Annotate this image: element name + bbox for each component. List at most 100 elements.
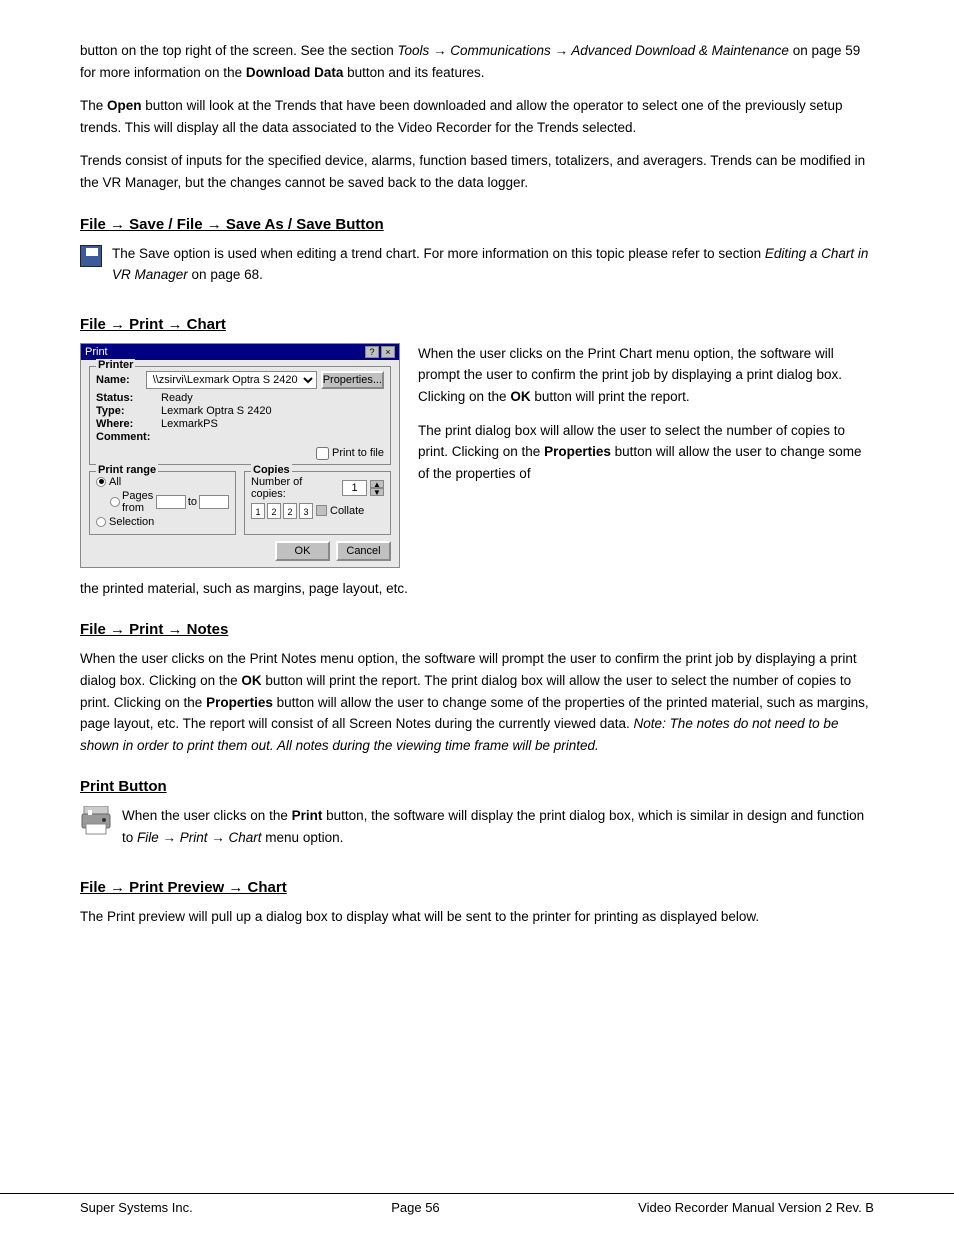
- pages-from-input[interactable]: [156, 495, 186, 509]
- intro-text-1a: button on the top right of the screen. S…: [80, 43, 397, 58]
- side-bold-1: OK: [510, 389, 530, 404]
- side-bold-2: Properties: [544, 444, 611, 459]
- all-radio[interactable]: [96, 477, 106, 487]
- selection-label: Selection: [109, 516, 154, 528]
- footer-left: Super Systems Inc.: [80, 1200, 193, 1215]
- range-copies-groups: Print range All Pages from to: [89, 471, 391, 535]
- status-value: Ready: [161, 392, 384, 404]
- print-preview-body: The Print preview will pull up a dialog …: [80, 906, 874, 928]
- print-dialog: Print ? × Printer Name: \\zsirvi\Lexmark…: [80, 343, 400, 568]
- cancel-button[interactable]: Cancel: [336, 541, 391, 561]
- dialog-help-btn[interactable]: ?: [365, 346, 379, 358]
- print-btn-text-3: menu option.: [262, 830, 344, 845]
- dialog-titlebar-buttons: ? ×: [365, 346, 395, 358]
- print-btn-text-1: When the user clicks on the: [122, 808, 292, 823]
- all-radio-row: All: [96, 476, 229, 488]
- dialog-buttons: OK Cancel: [89, 541, 391, 561]
- dialog-title: Print: [85, 346, 108, 358]
- copies-group-label: Copies: [251, 464, 292, 476]
- print-button-section: When the user clicks on the Print button…: [80, 805, 874, 856]
- intro-bold-open: Open: [107, 98, 142, 113]
- page: button on the top right of the screen. S…: [0, 0, 954, 1235]
- print-to-file-label: Print to file: [332, 447, 384, 459]
- print-button-body: When the user clicks on the Print button…: [122, 805, 874, 848]
- printer-group-label: Printer: [96, 359, 135, 371]
- collate-icons: 1 2 2 3: [251, 503, 313, 519]
- save-text-1: The Save option is used when editing a t…: [112, 246, 765, 261]
- section-save-heading: File → Save / File → Save As / Save Butt…: [80, 216, 874, 233]
- section-print-notes-heading: File → Print → Notes: [80, 621, 874, 638]
- print-range-group: Print range All Pages from to: [89, 471, 236, 535]
- printer-icon-svg: [80, 806, 112, 836]
- where-value: LexmarkPS: [161, 418, 384, 430]
- where-label: Where:: [96, 418, 161, 430]
- side-para-1: When the user clicks on the Print Chart …: [418, 343, 874, 408]
- print-chart-layout: Print ? × Printer Name: \\zsirvi\Lexmark…: [80, 343, 874, 568]
- properties-button[interactable]: Properties...: [321, 371, 384, 389]
- spin-down[interactable]: ▼: [370, 488, 384, 496]
- intro-paragraph-3: Trends consist of inputs for the specifi…: [80, 150, 874, 193]
- side-text-2: button will print the report.: [531, 389, 690, 404]
- notes-bold-1: OK: [241, 673, 261, 688]
- print-range-label: Print range: [96, 464, 158, 476]
- notes-bold-2: Properties: [206, 695, 273, 710]
- section-print-chart-heading: File → Print → Chart: [80, 316, 874, 333]
- collate-icon-4: 3: [299, 503, 313, 519]
- side-para-2: The print dialog box will allow the user…: [418, 420, 874, 485]
- pages-to-input[interactable]: [199, 495, 229, 509]
- copies-input[interactable]: [342, 480, 367, 496]
- print-chart-side-text: When the user clicks on the Print Chart …: [418, 343, 874, 485]
- dialog-close-btn[interactable]: ×: [381, 346, 395, 358]
- printer-group: Printer Name: \\zsirvi\Lexmark Optra S 2…: [89, 366, 391, 465]
- type-value: Lexmark Optra S 2420: [161, 405, 384, 417]
- save-body-text: The Save option is used when editing a t…: [112, 243, 874, 286]
- dialog-titlebar: Print ? ×: [81, 344, 399, 360]
- save-text-2: on page 68.: [188, 267, 263, 282]
- intro-bold-1: Download Data: [246, 65, 344, 80]
- intro-text-1c: button and its features.: [343, 65, 484, 80]
- comment-label: Comment:: [96, 431, 161, 443]
- collate-icon-2: 2: [267, 503, 281, 519]
- to-label: to: [188, 496, 197, 508]
- pages-label: Pages from: [122, 490, 154, 514]
- section-print-button-heading: Print Button: [80, 778, 874, 795]
- printer-info: Status: Ready Type: Lexmark Optra S 2420…: [96, 392, 384, 443]
- name-label: Name:: [96, 374, 146, 386]
- footer-right: Video Recorder Manual Version 2 Rev. B: [638, 1200, 874, 1215]
- collate-icon-3: 2: [283, 503, 297, 519]
- printer-name-row: Name: \\zsirvi\Lexmark Optra S 2420 Prop…: [96, 371, 384, 389]
- collate-checkbox[interactable]: [316, 505, 327, 516]
- print-button-icon: [80, 806, 112, 836]
- dialog-body: Printer Name: \\zsirvi\Lexmark Optra S 2…: [81, 360, 399, 567]
- copies-row: Number of copies: ▲ ▼: [251, 476, 384, 500]
- copies-spinner: ▲ ▼: [370, 480, 384, 496]
- num-copies-label: Number of copies:: [251, 476, 339, 500]
- spin-up[interactable]: ▲: [370, 480, 384, 488]
- save-section-content: The Save option is used when editing a t…: [80, 243, 874, 294]
- print-to-file-checkbox[interactable]: [316, 447, 329, 460]
- intro-paragraph-1: button on the top right of the screen. S…: [80, 40, 874, 83]
- intro-paragraph-2: The Open button will look at the Trends …: [80, 95, 874, 138]
- save-icon: [80, 245, 102, 267]
- footer: Super Systems Inc. Page 56 Video Recorde…: [0, 1193, 954, 1215]
- intro-italic-1: Tools → Communications → Advanced Downlo…: [397, 43, 788, 58]
- collate-row: 1 2 2 3 Collate: [251, 503, 384, 519]
- printer-select[interactable]: \\zsirvi\Lexmark Optra S 2420: [146, 371, 317, 389]
- status-label: Status:: [96, 392, 161, 404]
- print-btn-bold-1: Print: [292, 808, 323, 823]
- print-chart-caption: the printed material, such as margins, p…: [80, 578, 874, 600]
- copies-group: Copies Number of copies: ▲ ▼ 1: [244, 471, 391, 535]
- selection-radio[interactable]: [96, 517, 106, 527]
- pages-radio[interactable]: [110, 497, 120, 507]
- type-label: Type:: [96, 405, 161, 417]
- all-label: All: [109, 476, 121, 488]
- print-btn-italic: File → Print → Chart: [137, 830, 262, 845]
- collate-label: Collate: [330, 505, 364, 517]
- comment-value: [161, 431, 384, 443]
- collate-icon-1: 1: [251, 503, 265, 519]
- print-to-file-row: Print to file: [96, 447, 384, 460]
- print-notes-body: When the user clicks on the Print Notes …: [80, 648, 874, 756]
- selection-radio-row: Selection: [96, 516, 229, 528]
- ok-button[interactable]: OK: [275, 541, 330, 561]
- footer-center: Page 56: [391, 1200, 439, 1215]
